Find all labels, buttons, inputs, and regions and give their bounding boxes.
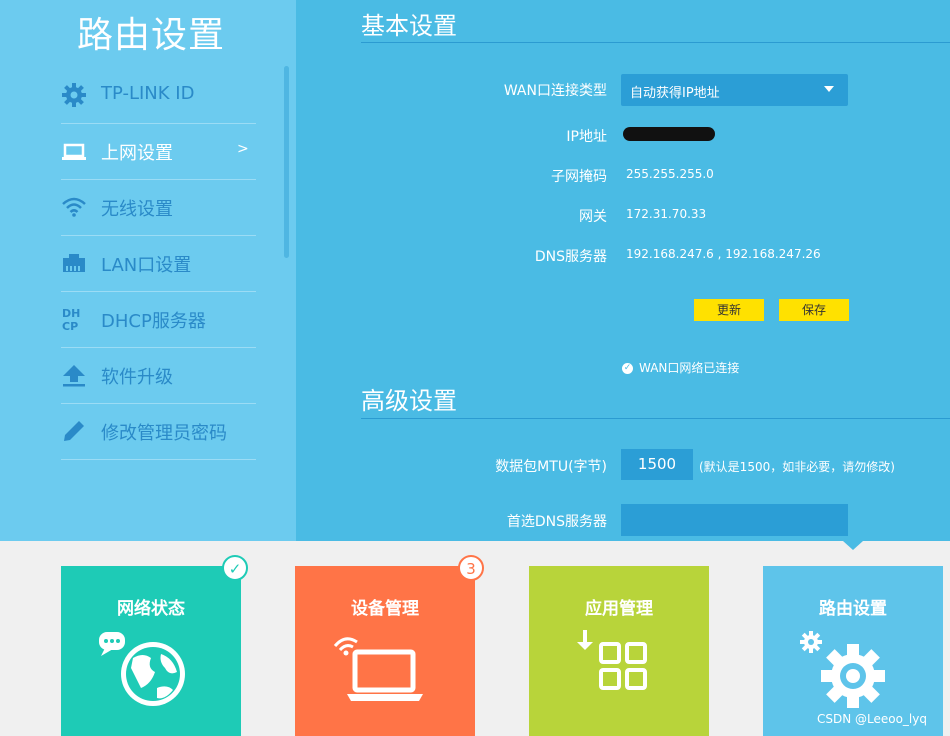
wan-type-label: WAN口连接类型 <box>503 83 607 99</box>
subnet-label: 子网掩码 <box>551 169 607 185</box>
sidebar-item-dhcp[interactable]: DH CP DHCP服务器 <box>61 292 256 348</box>
section-divider <box>361 418 950 419</box>
sidebar-item-tplink-id[interactable]: TP-LINK ID <box>61 68 256 124</box>
tile-network-status[interactable]: 网络状态 <box>61 566 241 736</box>
save-button[interactable]: 保存 <box>779 299 849 321</box>
basic-settings-title: 基本设置 <box>361 12 457 40</box>
tile-app-management[interactable]: 应用管理 <box>529 566 709 736</box>
sidebar-item-lan[interactable]: LAN口设置 <box>61 236 256 292</box>
refresh-button[interactable]: 更新 <box>694 299 764 321</box>
sidebar-item-label: 软件升级 <box>101 367 173 388</box>
sidebar-item-upgrade[interactable]: 软件升级 <box>61 348 256 404</box>
app-grid-icon <box>577 630 647 690</box>
watermark: CSDN @Leeoo_lyq <box>816 712 927 726</box>
globe-chat-icon <box>99 632 185 706</box>
tile-label: 网络状态 <box>117 599 185 619</box>
sidebar-item-label: DHCP服务器 <box>101 311 206 332</box>
sidebar-scrollbar[interactable] <box>284 66 289 258</box>
sidebar-item-label: LAN口设置 <box>101 255 192 276</box>
ethernet-port-icon <box>63 254 85 272</box>
dhcp-icon: DH CP <box>62 307 80 332</box>
tile-router-settings[interactable]: 路由设置 CSDN @Leeoo_lyq <box>763 566 943 736</box>
chevron-right-icon: > <box>237 141 249 157</box>
pencil-icon <box>64 421 84 441</box>
dns-label: DNS服务器 <box>534 249 607 265</box>
wan-type-select[interactable]: 自动获得IP地址 <box>621 74 848 106</box>
sidebar-item-internet[interactable]: 上网设置 > <box>61 124 256 180</box>
laptop-wifi-icon <box>333 637 423 701</box>
svg-text:DH: DH <box>62 307 80 320</box>
sidebar-item-label: 无线设置 <box>101 199 173 220</box>
active-tile-pointer <box>843 541 863 550</box>
connection-status: ✓ WAN口网络已连接 <box>622 359 739 376</box>
upload-icon <box>63 365 85 387</box>
ip-label: IP地址 <box>566 129 607 145</box>
main-panel: 基本设置 WAN口连接类型 自动获得IP地址 IP地址 子网掩码 255.255… <box>296 0 950 541</box>
mtu-label: 数据包MTU(字节) <box>495 459 607 475</box>
subnet-value: 255.255.255.0 <box>626 167 714 181</box>
wifi-icon <box>62 197 86 217</box>
sidebar-title: 路由设置 <box>77 15 226 56</box>
sidebar-item-label: 上网设置 <box>101 143 173 164</box>
gateway-value: 172.31.70.33 <box>626 207 707 221</box>
tile-label: 应用管理 <box>585 599 653 619</box>
section-divider <box>361 42 950 43</box>
sidebar-item-label: 修改管理员密码 <box>101 423 227 444</box>
status-ok-badge: ✓ <box>222 555 248 581</box>
check-circle-icon: ✓ <box>622 363 633 374</box>
ip-address-redaction <box>623 127 715 141</box>
laptop-icon <box>62 143 86 160</box>
caret-down-icon <box>824 86 834 92</box>
primary-dns-input[interactable] <box>621 504 848 536</box>
dns-value: 192.168.247.6 , 192.168.247.26 <box>626 247 821 261</box>
gateway-label: 网关 <box>579 209 607 225</box>
sidebar: 路由设置 TP-LINK ID 上网设置 > 无线设置 LAN口设置 DH CP… <box>0 0 296 541</box>
connection-status-text: WAN口网络已连接 <box>639 361 740 375</box>
sidebar-item-password[interactable]: 修改管理员密码 <box>61 404 256 460</box>
gear-icon <box>62 83 86 107</box>
mtu-hint: (默认是1500，如非必要，请勿修改) <box>699 460 895 474</box>
sidebar-item-wireless[interactable]: 无线设置 <box>61 180 256 236</box>
sidebar-item-label: TP-LINK ID <box>101 83 195 104</box>
primary-dns-label: 首选DNS服务器 <box>506 514 607 530</box>
wan-type-value: 自动获得IP地址 <box>630 86 720 101</box>
tile-device-management[interactable]: 设备管理 <box>295 566 475 736</box>
advanced-settings-title: 高级设置 <box>361 387 457 415</box>
mtu-input[interactable]: 1500 <box>621 449 693 480</box>
svg-text:CP: CP <box>62 320 78 332</box>
device-count-badge: 3 <box>458 555 484 581</box>
tile-label: 设备管理 <box>351 599 419 619</box>
tile-label: 路由设置 <box>819 599 887 619</box>
